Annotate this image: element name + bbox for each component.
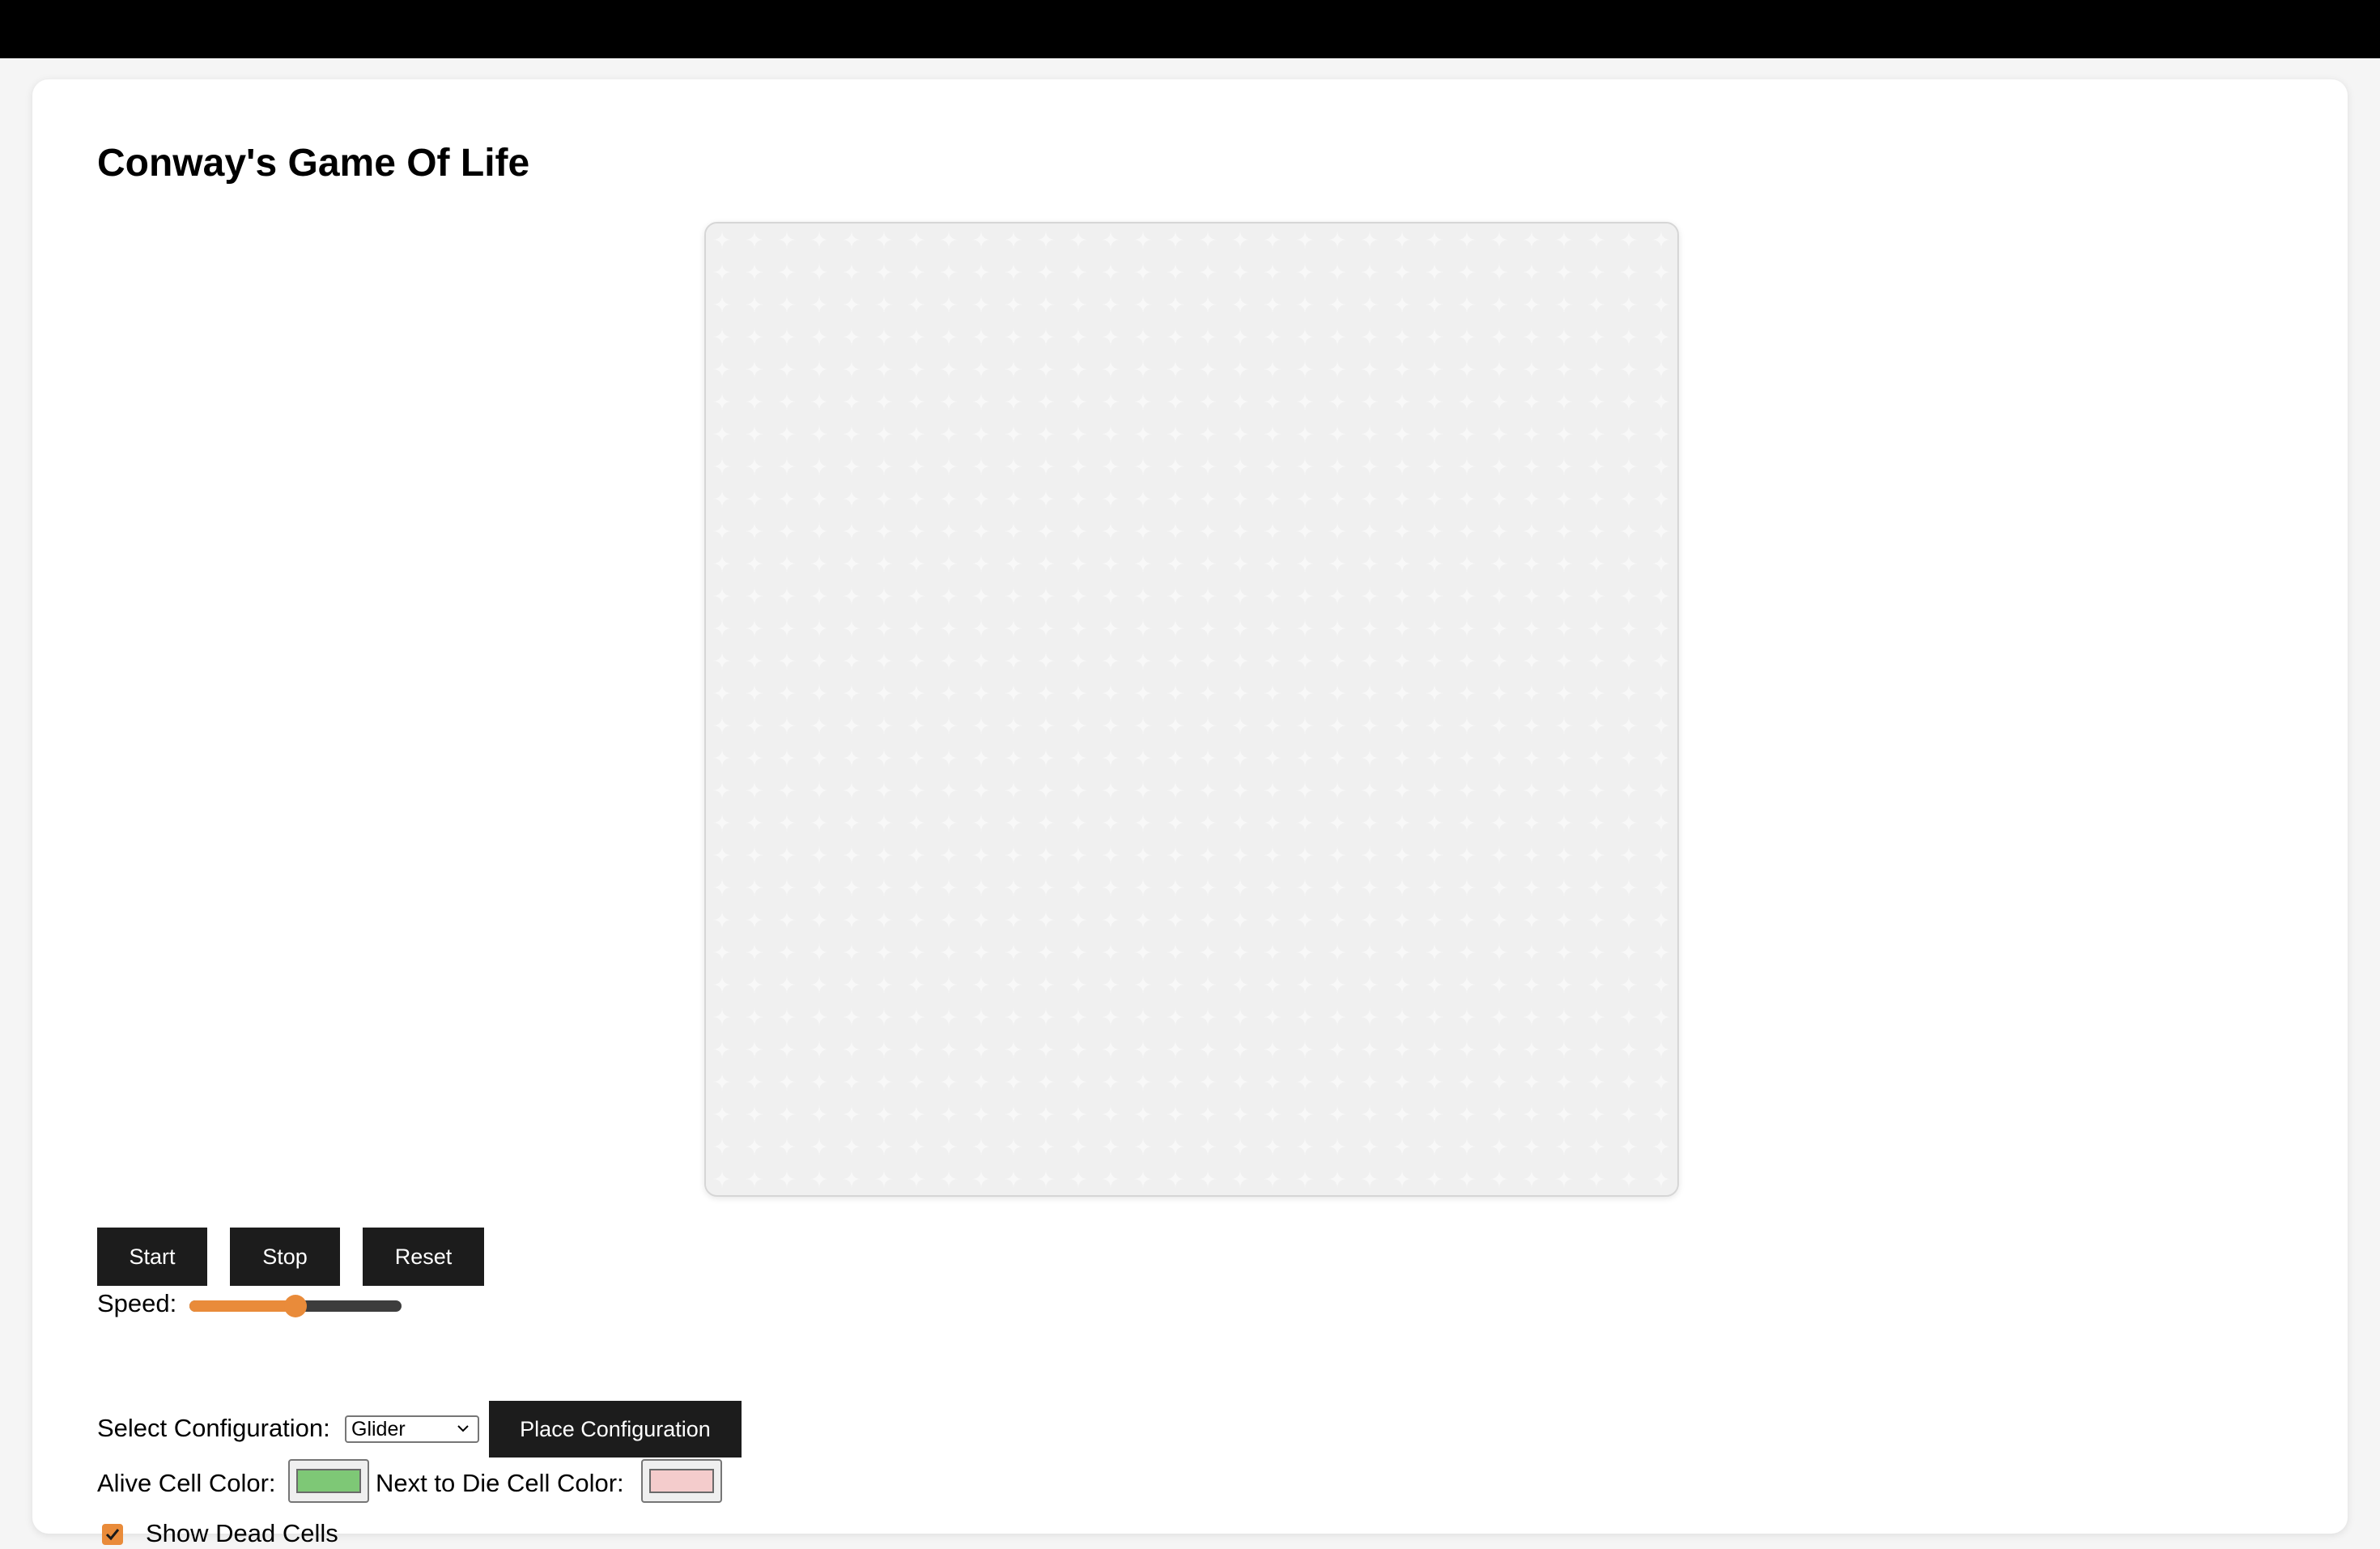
app-card: Conway's Game Of Life Start Stop Reset S… xyxy=(32,79,2348,1547)
show-dead-cells-checkbox[interactable] xyxy=(102,1524,123,1545)
start-button[interactable]: Start xyxy=(97,1228,207,1286)
config-label: Select Configuration: xyxy=(97,1414,330,1442)
show-dead-cells-label: Show Dead Cells xyxy=(146,1519,338,1547)
speed-slider[interactable] xyxy=(189,1292,402,1318)
speed-slider-fill xyxy=(189,1300,295,1312)
alive-color-label: Alive Cell Color: xyxy=(97,1469,276,1497)
next-die-color-label: Next to Die Cell Color: xyxy=(376,1469,624,1497)
check-icon xyxy=(105,1529,120,1541)
place-configuration-button[interactable]: Place Configuration xyxy=(489,1401,742,1458)
chevron-down-icon xyxy=(457,1425,469,1432)
speed-slider-thumb[interactable] xyxy=(284,1295,307,1317)
game-grid[interactable] xyxy=(706,223,1677,1195)
browser-top-bar xyxy=(0,0,2380,58)
game-board[interactable] xyxy=(704,222,1679,1197)
alive-color-swatch xyxy=(296,1469,361,1493)
speed-label: Speed: xyxy=(97,1289,177,1317)
config-select-value: Glider xyxy=(351,1418,406,1440)
next-die-color-swatch xyxy=(649,1469,714,1493)
reset-button[interactable]: Reset xyxy=(363,1228,484,1286)
next-die-color-picker[interactable] xyxy=(641,1459,722,1503)
page-title: Conway's Game Of Life xyxy=(97,142,530,185)
stop-button[interactable]: Stop xyxy=(230,1228,340,1286)
config-select[interactable]: Glider xyxy=(345,1415,479,1443)
alive-color-picker[interactable] xyxy=(288,1459,369,1503)
